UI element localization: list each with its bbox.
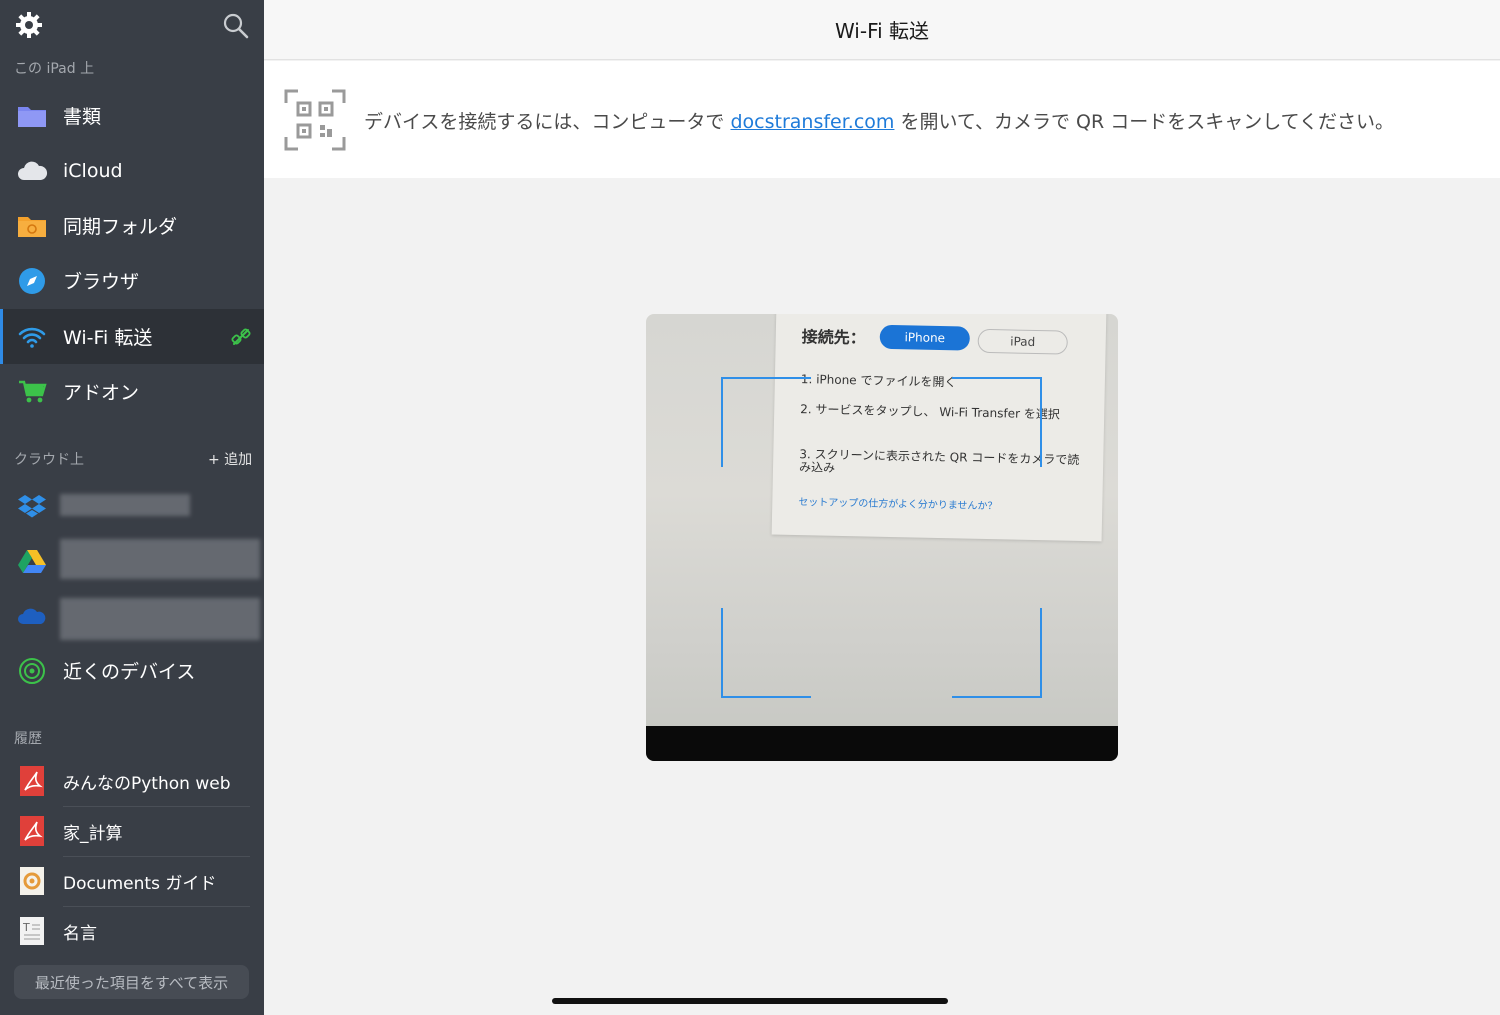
svg-text:T: T bbox=[22, 921, 30, 934]
paper-step-1: 1. iPhone でファイルを開く bbox=[800, 372, 957, 390]
cloud-item-google-drive[interactable] bbox=[0, 533, 264, 588]
history-item-label: 家_計算 bbox=[63, 823, 123, 844]
history-item[interactable]: T 名言 bbox=[0, 906, 264, 956]
add-cloud-button[interactable]: + 追加 bbox=[208, 449, 252, 469]
page-title: Wi-Fi 転送 bbox=[834, 19, 930, 43]
qr-code-icon bbox=[284, 89, 346, 151]
history-item[interactable]: 家_計算 bbox=[0, 806, 264, 856]
sidebar-item-label: 書類 bbox=[63, 106, 102, 128]
cloud-item-dropbox[interactable] bbox=[0, 478, 264, 533]
history-item-label: 名言 bbox=[63, 923, 97, 944]
paper-help-link: セットアップの仕方がよく分かりませんか？ bbox=[798, 497, 998, 513]
paper-connect-label: 接続先： bbox=[801, 327, 866, 348]
cart-icon bbox=[16, 376, 48, 408]
gear-icon[interactable] bbox=[14, 10, 44, 40]
onedrive-icon bbox=[16, 600, 48, 632]
blurred-account-name bbox=[60, 539, 260, 579]
cloud-icon bbox=[16, 155, 48, 187]
sidebar-item-wifi-transfer[interactable]: Wi-Fi 転送 bbox=[0, 309, 264, 364]
dropbox-icon bbox=[16, 490, 48, 522]
paper-step-3: 3. スクリーンに表示された QR コードをカメラで読み込み bbox=[798, 447, 1080, 475]
scan-frame-corner-tr bbox=[952, 377, 1042, 467]
wifi-icon bbox=[16, 321, 48, 353]
paper-segment-iphone: iPhone bbox=[879, 324, 971, 351]
sidebar-item-addons[interactable]: アドオン bbox=[0, 364, 264, 419]
search-icon[interactable] bbox=[222, 12, 250, 40]
scan-frame-corner-bl bbox=[721, 608, 811, 698]
home-indicator[interactable] bbox=[552, 998, 948, 1004]
scanned-paper: 接続先： iPhone iPad 1. iPhone でファイルを開く 2. サ… bbox=[771, 314, 1107, 542]
connection-instructions: デバイスを接続するには、コンピュータで docstransfer.com を開い… bbox=[364, 107, 1394, 134]
section-cloud-title: クラウド上 bbox=[14, 452, 84, 468]
sidebar-item-sync-folder[interactable]: 同期フォルダ bbox=[0, 198, 264, 253]
guide-icon bbox=[16, 865, 48, 897]
camera-bottom-edge bbox=[646, 726, 1118, 761]
folder-icon bbox=[16, 100, 48, 132]
pdf-icon bbox=[16, 765, 48, 797]
sidebar-item-label: アドオン bbox=[63, 382, 140, 404]
history-item[interactable]: Documents ガイド bbox=[0, 856, 264, 906]
sidebar-item-documents[interactable]: 書類 bbox=[0, 88, 264, 143]
history-item-label: みんなのPython web bbox=[63, 773, 231, 794]
compass-icon bbox=[16, 265, 48, 297]
info-bar: デバイスを接続するには、コンピュータで docstransfer.com を開い… bbox=[264, 61, 1500, 178]
section-history-title: 履歴 bbox=[14, 731, 42, 747]
sidebar-item-label: 近くのデバイス bbox=[63, 661, 196, 683]
sidebar-item-label: Wi-Fi 転送 bbox=[63, 327, 153, 349]
show-all-recent-button[interactable]: 最近使った項目をすべて表示 bbox=[14, 965, 249, 999]
history-item-label: Documents ガイド bbox=[63, 873, 217, 894]
scan-frame-corner-br bbox=[952, 608, 1042, 698]
pdf-icon bbox=[16, 815, 48, 847]
google-drive-icon bbox=[16, 545, 48, 577]
sidebar: この iPad 上 書類 iCloud 同期フォルダ ブラウザ Wi-Fi 転送… bbox=[0, 0, 264, 1015]
sidebar-item-label: 同期フォルダ bbox=[63, 216, 178, 238]
radar-icon bbox=[16, 655, 48, 687]
instruction-text-after: を開いて、カメラで QR コードをスキャンしてください。 bbox=[894, 111, 1395, 133]
sidebar-item-label: iCloud bbox=[63, 159, 123, 182]
cloud-item-onedrive[interactable] bbox=[0, 588, 264, 643]
link-status-icon bbox=[231, 327, 251, 345]
blurred-account-name bbox=[60, 494, 190, 516]
instruction-text-before: デバイスを接続するには、コンピュータで bbox=[364, 111, 731, 133]
sidebar-item-icloud[interactable]: iCloud bbox=[0, 143, 264, 198]
sidebar-item-browser[interactable]: ブラウザ bbox=[0, 253, 264, 308]
blurred-account-name bbox=[60, 598, 260, 640]
scan-frame-corner-tl bbox=[721, 377, 811, 467]
sidebar-item-label: ブラウザ bbox=[63, 271, 140, 293]
docstransfer-link[interactable]: docstransfer.com bbox=[730, 111, 894, 133]
section-local-title: この iPad 上 bbox=[14, 61, 95, 77]
paper-segment-ipad: iPad bbox=[977, 328, 1068, 355]
camera-preview: 接続先： iPhone iPad 1. iPhone でファイルを開く 2. サ… bbox=[646, 314, 1118, 761]
history-item[interactable]: みんなのPython web bbox=[0, 756, 264, 806]
sync-folder-icon bbox=[16, 210, 48, 242]
paper-step-2: 2. サービスをタップし、 Wi-Fi Transfer を選択 bbox=[800, 402, 1060, 422]
text-file-icon: T bbox=[16, 915, 48, 947]
header: Wi-Fi 転送 bbox=[264, 0, 1500, 60]
sidebar-item-nearby-devices[interactable]: 近くのデバイス bbox=[0, 643, 264, 698]
